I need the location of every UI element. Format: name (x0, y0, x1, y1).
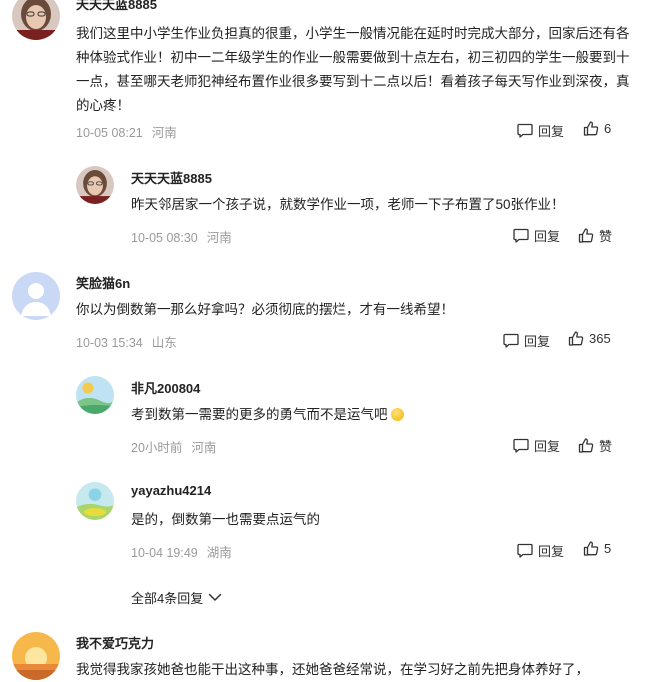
comment-meta: 20小时前 河南 (131, 437, 216, 456)
comment-meta: 10-05 08:21 河南 (76, 122, 177, 141)
comment-time: 10-04 19:49 (131, 546, 198, 560)
thumbs-up-icon (583, 541, 599, 556)
avatar[interactable] (12, 0, 60, 40)
username[interactable]: 非凡200804 (131, 378, 200, 397)
comment-location: 河南 (191, 441, 217, 455)
username[interactable]: 我不爱巧克力 (76, 633, 154, 652)
username[interactable]: yayazhu4214 (131, 483, 211, 498)
avatar[interactable] (12, 632, 60, 680)
comment-time: 20小时前 (131, 441, 183, 455)
comment-bubble-icon (503, 333, 519, 348)
comment-time: 10-03 15:34 (76, 336, 143, 350)
reply-button[interactable]: 回复 (517, 121, 564, 140)
like-button[interactable]: 365 (568, 331, 611, 346)
reply-label: 回复 (538, 124, 565, 139)
smile-emoji-icon (390, 408, 404, 421)
avatar[interactable] (12, 272, 60, 320)
like-label: 赞 (599, 229, 613, 244)
comment-bubble-icon (513, 438, 529, 453)
comment-location: 山东 (151, 336, 177, 350)
like-label: 赞 (599, 439, 613, 454)
reply-button[interactable]: 回复 (517, 541, 564, 560)
reply-button[interactable]: 回复 (513, 226, 560, 245)
comment-text: 考到数第一需要的更多的勇气而不是运气吧 (131, 403, 636, 427)
like-button[interactable]: 5 (583, 541, 611, 556)
username[interactable]: 天天天蓝8885 (131, 168, 212, 187)
username[interactable]: 天天天蓝8885 (76, 0, 157, 13)
avatar[interactable] (76, 166, 114, 204)
comment-bubble-icon (517, 543, 533, 558)
comment-text: 是的，倒数第一也需要点运气的 (131, 512, 320, 527)
like-count: 5 (604, 541, 612, 556)
username[interactable]: 笑脸猫6n (76, 273, 130, 292)
thumbs-up-icon (568, 331, 584, 346)
avatar[interactable] (76, 482, 114, 520)
thumbs-up-icon (578, 228, 594, 243)
like-button[interactable]: 6 (583, 121, 611, 136)
comment-location: 河南 (151, 126, 177, 140)
comment-text-body: 考到数第一需要的更多的勇气而不是运气吧 (131, 407, 388, 422)
comment-meta: 10-03 15:34 山东 (76, 332, 177, 351)
comment-location: 湖南 (206, 546, 232, 560)
comment-text: 昨天邻居家一个孩子说，就数学作业一项，老师一下子布置了50张作业！ (131, 197, 565, 212)
like-count: 365 (589, 331, 611, 346)
comment-text: 我觉得我家孩她爸也能干出这种事，还她爸爸经常说，在学习好之前先把身体养好了， (76, 662, 589, 677)
comment-meta: 10-05 08:30 河南 (131, 227, 232, 246)
show-all-replies-label: 全部4条回复 (131, 591, 204, 606)
comment-text: 你以为倒数第一那么好拿吗？必须彻底的摆烂，才有一线希望！ (76, 302, 454, 317)
comment-bubble-icon (517, 123, 533, 138)
show-all-replies-button[interactable]: 全部4条回复 (131, 588, 222, 607)
like-count: 6 (604, 121, 612, 136)
like-button[interactable]: 赞 (578, 436, 612, 455)
comment-location: 河南 (206, 231, 232, 245)
avatar[interactable] (76, 376, 114, 414)
reply-label: 回复 (534, 439, 561, 454)
reply-label: 回复 (524, 334, 551, 349)
like-button[interactable]: 赞 (578, 226, 612, 245)
comment-time: 10-05 08:30 (131, 231, 198, 245)
reply-label: 回复 (538, 544, 565, 559)
reply-label: 回复 (534, 229, 561, 244)
thumbs-up-icon (583, 121, 599, 136)
reply-button[interactable]: 回复 (503, 331, 550, 350)
comment-text: 我们这里中小学生作业负担真的很重，小学生一般情况能在延时时完成大部分，回家后还有… (76, 26, 630, 113)
thumbs-up-icon (578, 438, 594, 453)
comment-meta: 10-04 19:49 湖南 (131, 542, 232, 561)
comment-time: 10-05 08:21 (76, 126, 143, 140)
reply-button[interactable]: 回复 (513, 436, 560, 455)
chevron-down-icon (208, 593, 222, 601)
comment-bubble-icon (513, 228, 529, 243)
